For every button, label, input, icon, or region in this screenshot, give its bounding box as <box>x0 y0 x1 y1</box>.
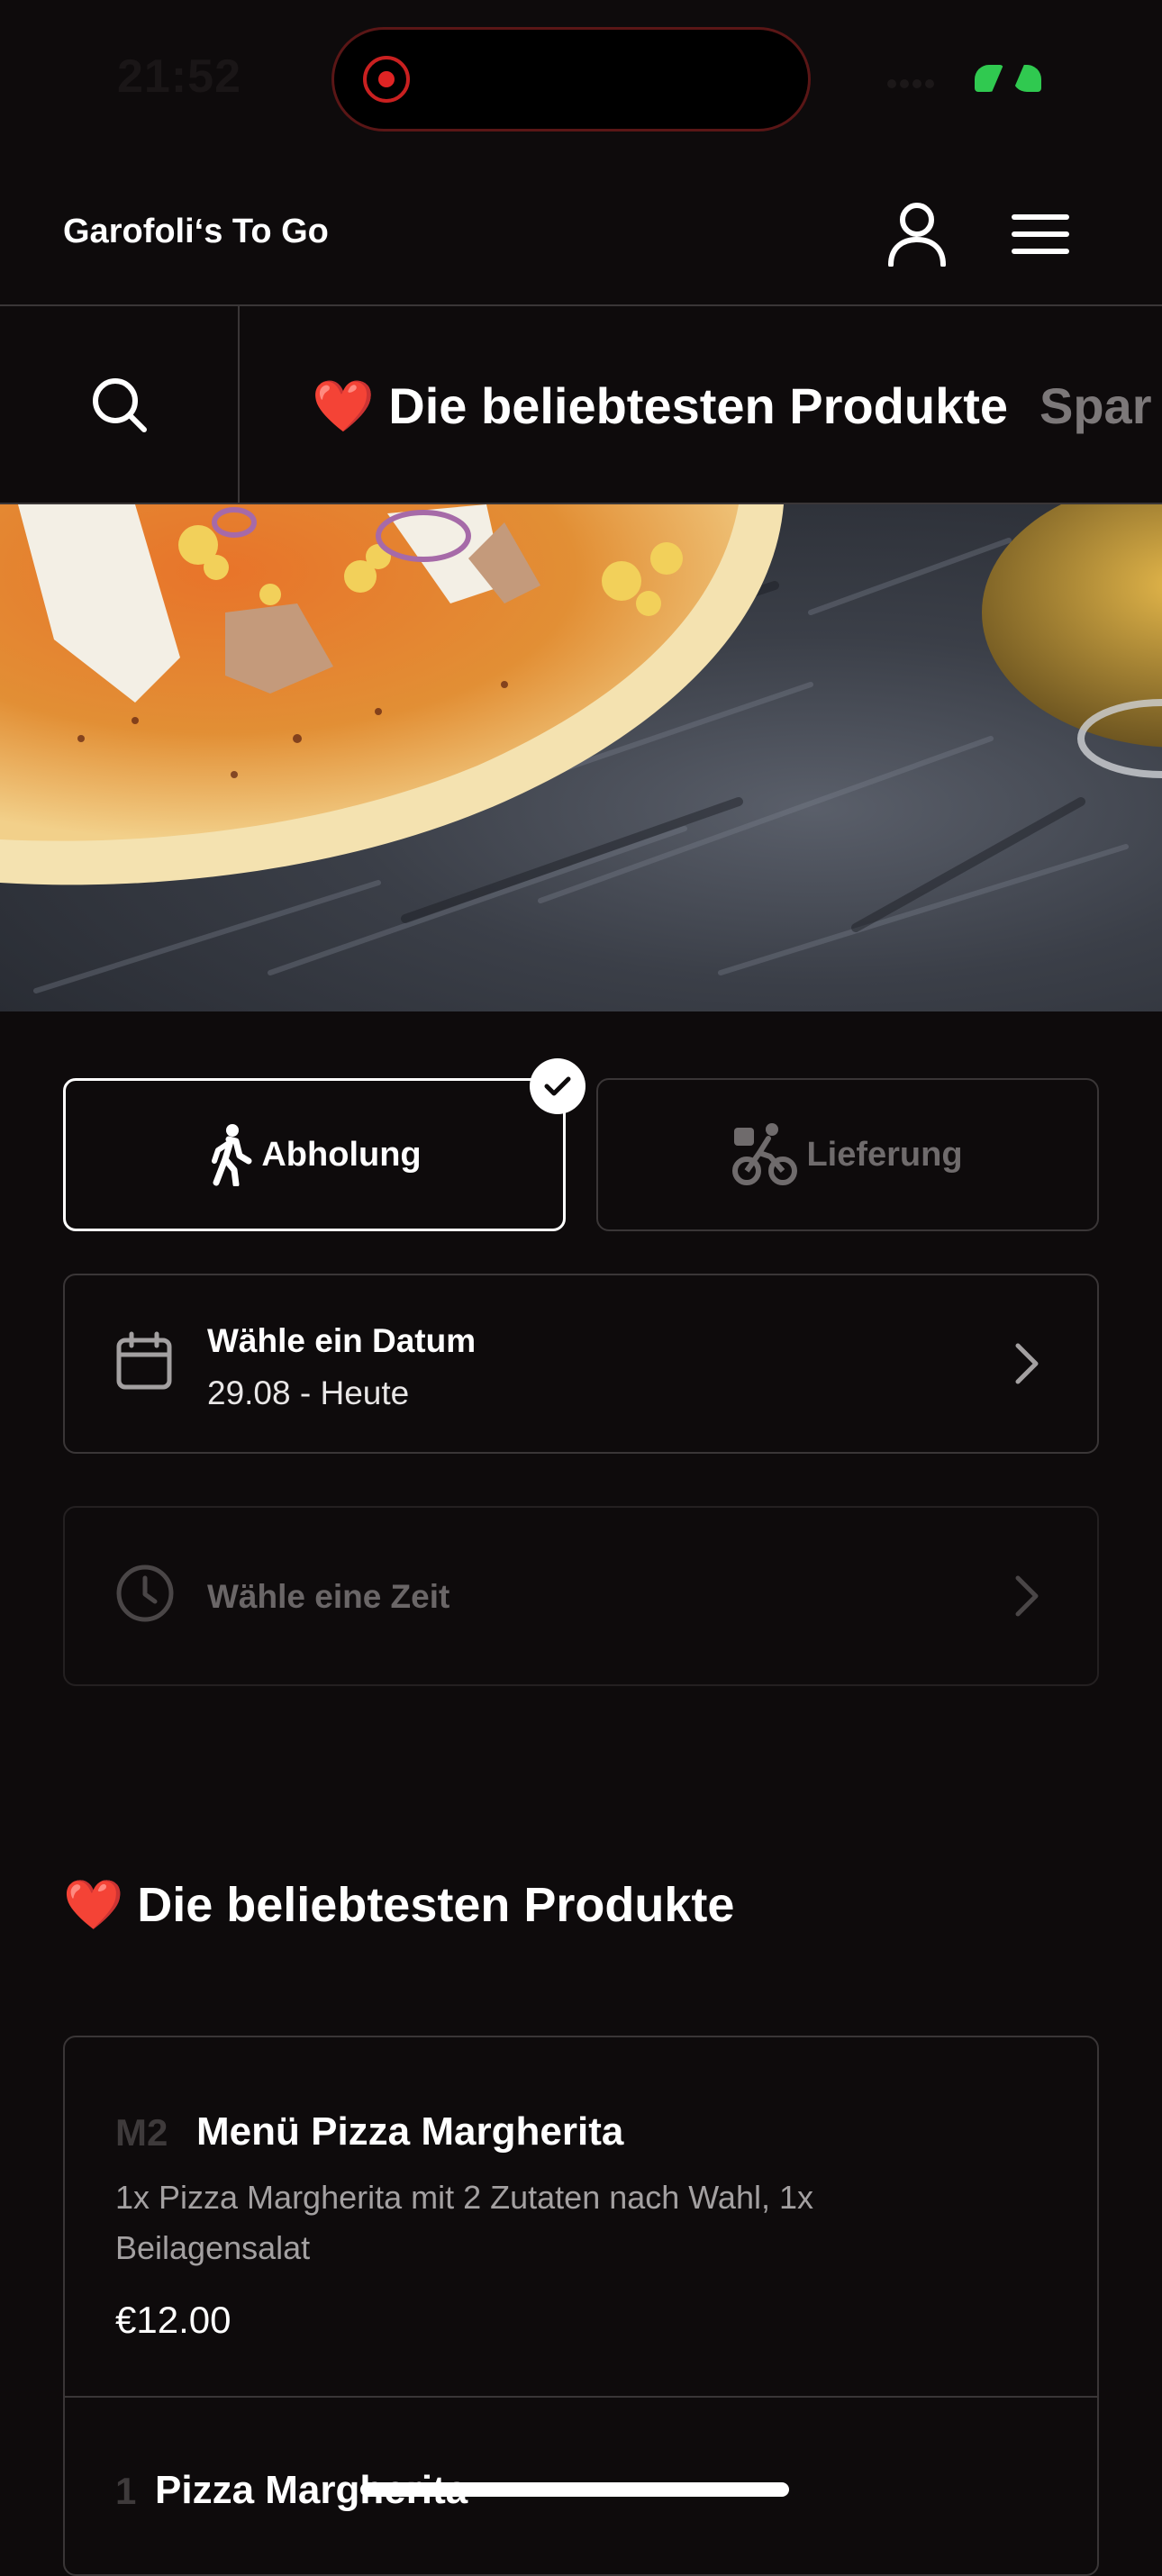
search-icon <box>93 378 147 432</box>
date-picker-value: 29.08 - Heute <box>207 1374 410 1411</box>
search-button[interactable] <box>0 306 240 503</box>
brand-name[interactable]: Garofoli‘s To Go <box>63 213 329 251</box>
call-indicator-icon <box>975 63 1041 94</box>
date-picker-title: Wähle ein Datum <box>207 1322 477 1359</box>
section-title: ❤️ Die beliebtesten Produkte <box>63 1878 735 1932</box>
product-name: Menü Pizza Margherita <box>196 2109 624 2154</box>
pickup-label: Abholung <box>261 1135 422 1174</box>
delivery-label: Lieferung <box>806 1135 963 1174</box>
cellular-signal-icon <box>887 77 941 88</box>
walking-person-icon <box>212 1124 252 1186</box>
status-time: 21:52 <box>117 50 241 103</box>
product-code: M2 <box>115 2111 168 2154</box>
date-picker[interactable]: Wähle ein Datum 29.08 - Heute <box>63 1274 1099 1454</box>
account-button[interactable] <box>879 196 955 272</box>
time-picker-title: Wähle eine Zeit <box>207 1578 450 1615</box>
chevron-right-icon <box>1015 1575 1039 1617</box>
dynamic-island <box>331 27 811 132</box>
product-description: 1x Pizza Margherita mit 2 Zutaten nach W… <box>115 2179 814 2266</box>
tab-popular-products[interactable]: ❤️ Die beliebtesten Produkte <box>312 376 1008 436</box>
menu-button[interactable] <box>1000 196 1081 272</box>
status-bar: 21:52 <box>0 0 1162 162</box>
product-code: 1 <box>115 2470 137 2512</box>
hamburger-menu-icon <box>1012 214 1069 254</box>
person-icon <box>888 203 946 267</box>
calendar-icon <box>116 1331 172 1390</box>
screen-recording-icon <box>363 56 410 103</box>
pickup-option[interactable]: Abholung <box>63 1078 566 1231</box>
app-header: Garofoli‘s To Go <box>0 162 1162 306</box>
category-nav: ❤️ Die beliebtesten Produkte Spar <box>0 306 1162 504</box>
product-price: €12.00 <box>115 2299 231 2341</box>
home-indicator[interactable] <box>360 2482 789 2497</box>
delivery-option[interactable]: Lieferung <box>596 1078 1099 1231</box>
tab-next-category[interactable]: Spar <box>1039 376 1152 435</box>
hero-image <box>0 504 1162 1011</box>
checkmark-icon <box>530 1058 586 1114</box>
chevron-right-icon <box>1015 1343 1039 1384</box>
time-picker[interactable]: Wähle eine Zeit <box>63 1506 1099 1686</box>
product-card[interactable]: M2 Menü Pizza Margherita 1x Pizza Marghe… <box>65 2037 1097 2398</box>
clock-icon <box>116 1565 174 1622</box>
bicycle-delivery-icon <box>732 1123 798 1185</box>
